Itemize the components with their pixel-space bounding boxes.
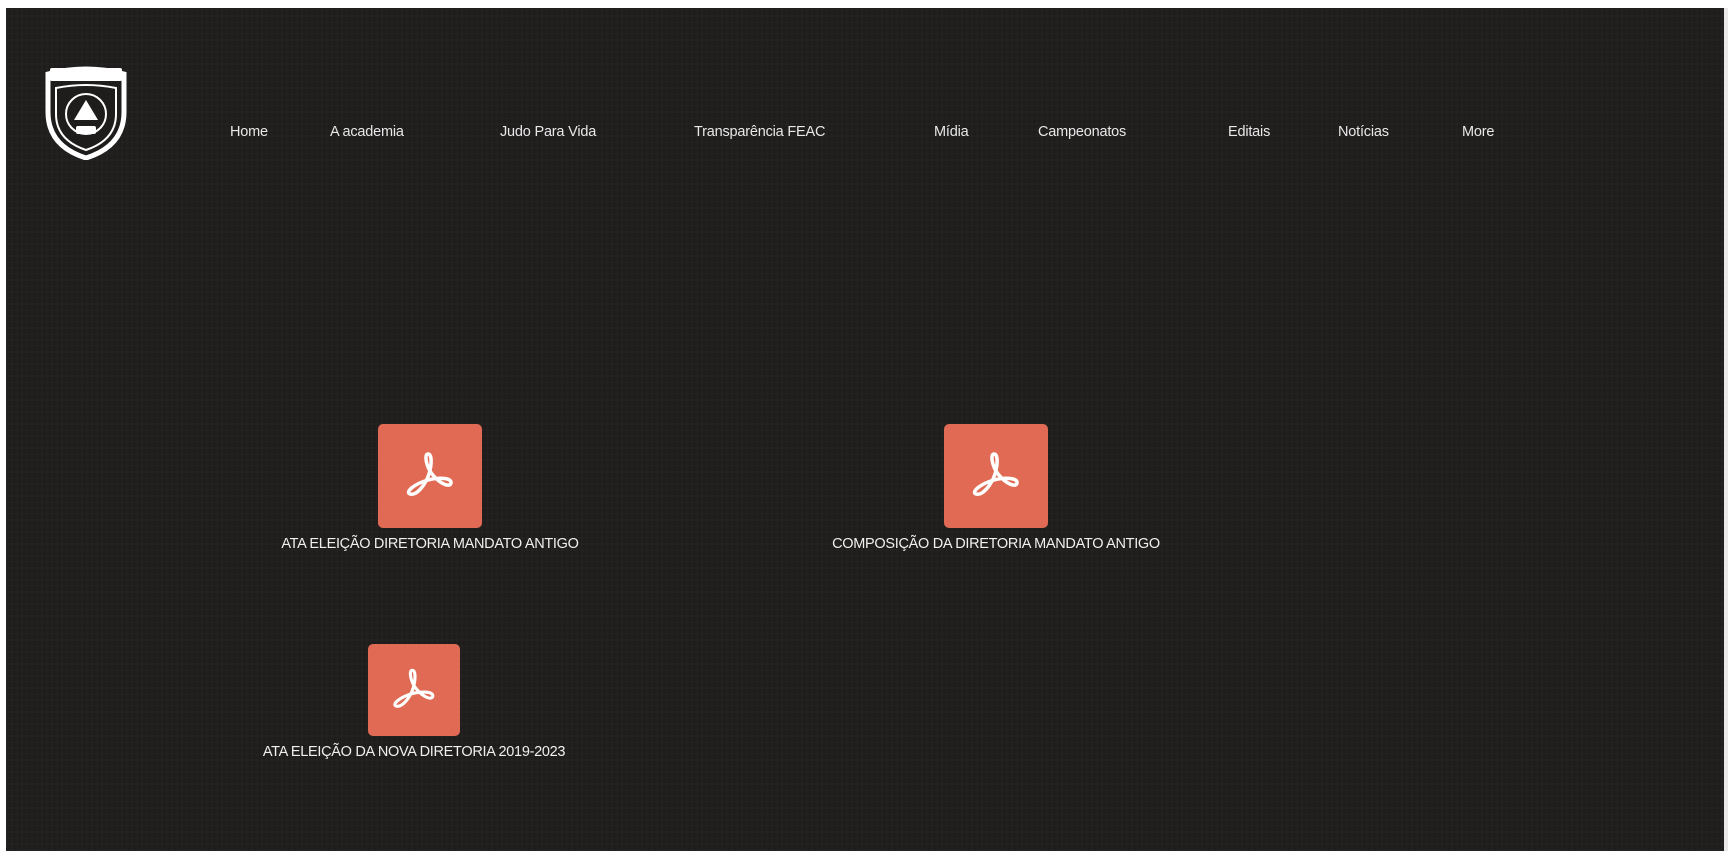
document-item[interactable]: ATA ELEIÇÃO DA NOVA DIRETORIA 2019-2023 bbox=[194, 644, 634, 760]
main-nav: Home A academia Judo Para Vida Transparê… bbox=[230, 120, 1494, 144]
nav-item-editais[interactable]: Editais bbox=[1228, 124, 1338, 140]
nav-item-campeonatos[interactable]: Campeonatos bbox=[1038, 124, 1228, 140]
page-frame: Home A academia Judo Para Vida Transparê… bbox=[6, 8, 1728, 851]
site-logo[interactable] bbox=[42, 60, 130, 161]
pdf-icon bbox=[972, 452, 1019, 496]
pdf-download-button[interactable] bbox=[368, 644, 460, 736]
nav-item-academia[interactable]: A academia bbox=[330, 124, 500, 140]
pdf-download-button[interactable] bbox=[944, 424, 1048, 528]
document-item[interactable]: COMPOSIÇÃO DA DIRETORIA MANDATO ANTIGO bbox=[746, 424, 1246, 552]
nav-item-midia[interactable]: Mídia bbox=[934, 124, 1038, 140]
nav-item-judo-para-vida[interactable]: Judo Para Vida bbox=[500, 124, 694, 140]
crest-icon bbox=[45, 66, 127, 161]
pdf-download-button[interactable] bbox=[378, 424, 482, 528]
pdf-icon bbox=[406, 452, 453, 496]
document-link[interactable]: ATA ELEIÇÃO DA NOVA DIRETORIA 2019-2023 bbox=[263, 744, 566, 760]
nav-item-transparencia-feac[interactable]: Transparência FEAC bbox=[694, 124, 934, 140]
nav-item-noticias[interactable]: Notícias bbox=[1338, 124, 1462, 140]
nav-item-more[interactable]: More bbox=[1462, 124, 1494, 140]
nav-item-home[interactable]: Home bbox=[230, 124, 330, 140]
document-link[interactable]: COMPOSIÇÃO DA DIRETORIA MANDATO ANTIGO bbox=[832, 536, 1160, 552]
document-link[interactable]: ATA ELEIÇÃO DIRETORIA MANDATO ANTIGO bbox=[281, 536, 579, 552]
document-item[interactable]: ATA ELEIÇÃO DIRETORIA MANDATO ANTIGO bbox=[210, 424, 650, 552]
pdf-icon bbox=[393, 668, 435, 708]
